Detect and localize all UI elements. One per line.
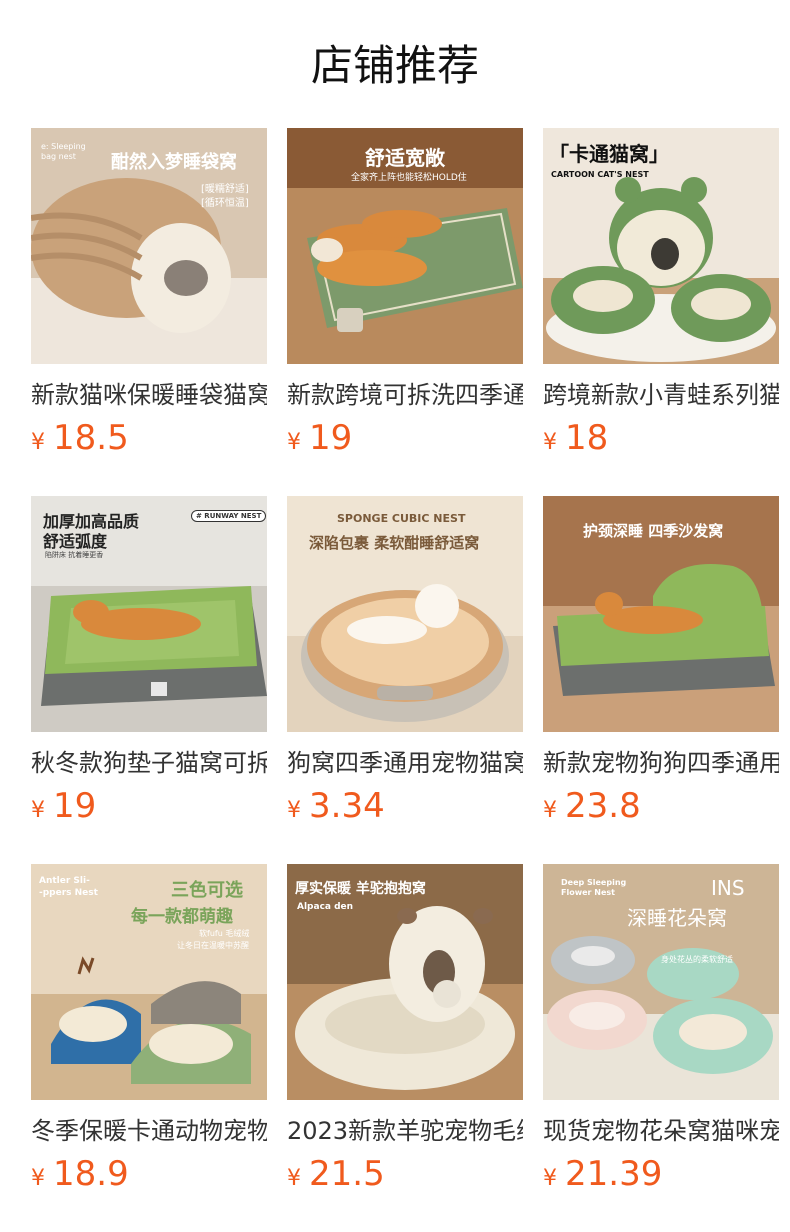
product-card[interactable]: 「卡通猫窝」 CARTOON CAT'S NEST 跨境新款小青蛙系列猫窝 ¥1… xyxy=(543,128,779,460)
image-subtext: [循环恒温] xyxy=(201,198,249,209)
price-value: 18.9 xyxy=(53,1154,129,1194)
image-headline: 舒适弧度 xyxy=(43,532,108,551)
image-headline: SPONGE CUBIC NEST xyxy=(337,512,466,525)
product-price: ¥18.9 xyxy=(31,1152,267,1196)
image-tag: Deep Sleeping xyxy=(561,878,627,887)
image-headline: 三色可选 xyxy=(171,880,243,901)
product-name[interactable]: 2023新款羊驼宠物毛绒窝 xyxy=(287,1114,523,1148)
image-tag: bag nest xyxy=(41,152,76,161)
image-subtext: Alpaca den xyxy=(297,902,354,912)
product-name[interactable]: 新款跨境可拆洗四季通用 xyxy=(287,378,523,412)
currency-symbol: ¥ xyxy=(31,798,45,823)
image-subtext: 身处花丛的柔软舒适 xyxy=(661,955,733,964)
price-value: 3.34 xyxy=(309,786,385,826)
image-tag: e: Sleeping xyxy=(41,142,86,151)
currency-symbol: ¥ xyxy=(287,798,301,823)
product-image[interactable]: Antler Sli- -ppers Nest 三色可选 每一款都萌趣 软fuf… xyxy=(31,864,267,1100)
product-card[interactable]: Antler Sli- -ppers Nest 三色可选 每一款都萌趣 软fuf… xyxy=(31,864,267,1196)
image-subtext: [暖糯舒适] xyxy=(201,184,249,195)
currency-symbol: ¥ xyxy=(31,430,45,455)
product-price: ¥19 xyxy=(31,784,267,828)
product-card[interactable]: SPONGE CUBIC NEST 深陷包裹 柔软酣睡舒适窝 狗窝四季通用宠物猫… xyxy=(287,496,523,828)
product-price: ¥23.8 xyxy=(543,784,779,828)
image-badge: # RUNWAY NEST xyxy=(191,510,267,522)
image-headline: 「卡通猫窝」 xyxy=(549,142,669,166)
product-name[interactable]: 狗窝四季通用宠物猫窝 xyxy=(287,746,523,780)
price-value: 19 xyxy=(53,786,97,826)
product-name[interactable]: 新款猫咪保暖睡袋猫窝 xyxy=(31,378,267,412)
currency-symbol: ¥ xyxy=(543,798,557,823)
price-value: 21.39 xyxy=(565,1154,663,1194)
product-image[interactable]: e: Sleeping bag nest 酣然入梦睡袋窝 [暖糯舒适] [循环恒… xyxy=(31,128,267,364)
image-subtext: 深陷包裹 柔软酣睡舒适窝 xyxy=(309,534,480,552)
product-card[interactable]: e: Sleeping bag nest 酣然入梦睡袋窝 [暖糯舒适] [循环恒… xyxy=(31,128,267,460)
product-card[interactable]: 护颈深睡 四季沙发窝 新款宠物狗狗四季通用 ¥23.8 xyxy=(543,496,779,828)
product-price: ¥21.39 xyxy=(543,1152,779,1196)
product-name[interactable]: 现货宠物花朵窝猫咪宠物窝 xyxy=(543,1114,779,1148)
image-headline: 每一款都萌趣 xyxy=(131,907,233,927)
product-name[interactable]: 新款宠物狗狗四季通用 xyxy=(543,746,779,780)
image-subtext: 陷阱床 抗着睡更香 xyxy=(45,551,104,559)
image-headline: 舒适宽敞 xyxy=(365,146,445,170)
product-name[interactable]: 冬季保暖卡通动物宠物窝 xyxy=(31,1114,267,1148)
product-price: ¥18.5 xyxy=(31,416,267,460)
product-card[interactable]: 厚实保暖 羊驼抱抱窝 Alpaca den 2023新款羊驼宠物毛绒窝 ¥21.… xyxy=(287,864,523,1196)
image-tag: -ppers Nest xyxy=(39,888,98,898)
image-headline: 深睡花朵窝 xyxy=(627,906,727,930)
product-image[interactable]: 厚实保暖 羊驼抱抱窝 Alpaca den xyxy=(287,864,523,1100)
image-headline: 护颈深睡 四季沙发窝 xyxy=(583,522,724,540)
currency-symbol: ¥ xyxy=(31,1166,45,1191)
price-value: 19 xyxy=(309,418,353,458)
image-tag: Flower Nest xyxy=(561,888,615,897)
image-headline: 厚实保暖 羊驼抱抱窝 xyxy=(295,881,426,897)
product-image[interactable]: 护颈深睡 四季沙发窝 xyxy=(543,496,779,732)
product-card[interactable]: 舒适宽敞 全家齐上阵也能轻松HOLD住 新款跨境可拆洗四季通用 ¥19 xyxy=(287,128,523,460)
product-image[interactable]: SPONGE CUBIC NEST 深陷包裹 柔软酣睡舒适窝 xyxy=(287,496,523,732)
product-price: ¥3.34 xyxy=(287,784,523,828)
product-name[interactable]: 跨境新款小青蛙系列猫窝 xyxy=(543,378,779,412)
currency-symbol: ¥ xyxy=(287,430,301,455)
image-subtext: 全家齐上阵也能轻松HOLD住 xyxy=(351,173,467,183)
product-price: ¥21.5 xyxy=(287,1152,523,1196)
price-value: 23.8 xyxy=(565,786,641,826)
image-subtext: 软fufu 毛绒绒 xyxy=(199,929,250,938)
image-subtext: CARTOON CAT'S NEST xyxy=(551,170,649,179)
image-headline: 酣然入梦睡袋窝 xyxy=(111,152,237,173)
product-card[interactable]: Deep Sleeping Flower Nest INS 深睡花朵窝 身处花丛… xyxy=(543,864,779,1196)
product-image[interactable]: 舒适宽敞 全家齐上阵也能轻松HOLD住 xyxy=(287,128,523,364)
product-image[interactable]: Deep Sleeping Flower Nest INS 深睡花朵窝 身处花丛… xyxy=(543,864,779,1100)
currency-symbol: ¥ xyxy=(543,430,557,455)
price-value: 18.5 xyxy=(53,418,129,458)
product-name[interactable]: 秋冬款狗垫子猫窝可拆洗 xyxy=(31,746,267,780)
price-value: 21.5 xyxy=(309,1154,385,1194)
image-subtext: 让冬日在温暖中苏醒 xyxy=(177,941,249,950)
price-value: 18 xyxy=(565,418,609,458)
product-image[interactable]: 「卡通猫窝」 CARTOON CAT'S NEST xyxy=(543,128,779,364)
currency-symbol: ¥ xyxy=(287,1166,301,1191)
product-card[interactable]: 加厚加高品质 舒适弧度 陷阱床 抗着睡更香 # RUNWAY NEST 秋冬款狗… xyxy=(31,496,267,828)
product-price: ¥18 xyxy=(543,416,779,460)
currency-symbol: ¥ xyxy=(543,1166,557,1191)
product-price: ¥19 xyxy=(287,416,523,460)
image-headline: INS xyxy=(711,876,745,900)
product-image[interactable]: 加厚加高品质 舒适弧度 陷阱床 抗着睡更香 # RUNWAY NEST xyxy=(31,496,267,732)
page-title: 店铺推荐 xyxy=(310,41,479,90)
image-tag: Antler Sli- xyxy=(39,876,90,886)
